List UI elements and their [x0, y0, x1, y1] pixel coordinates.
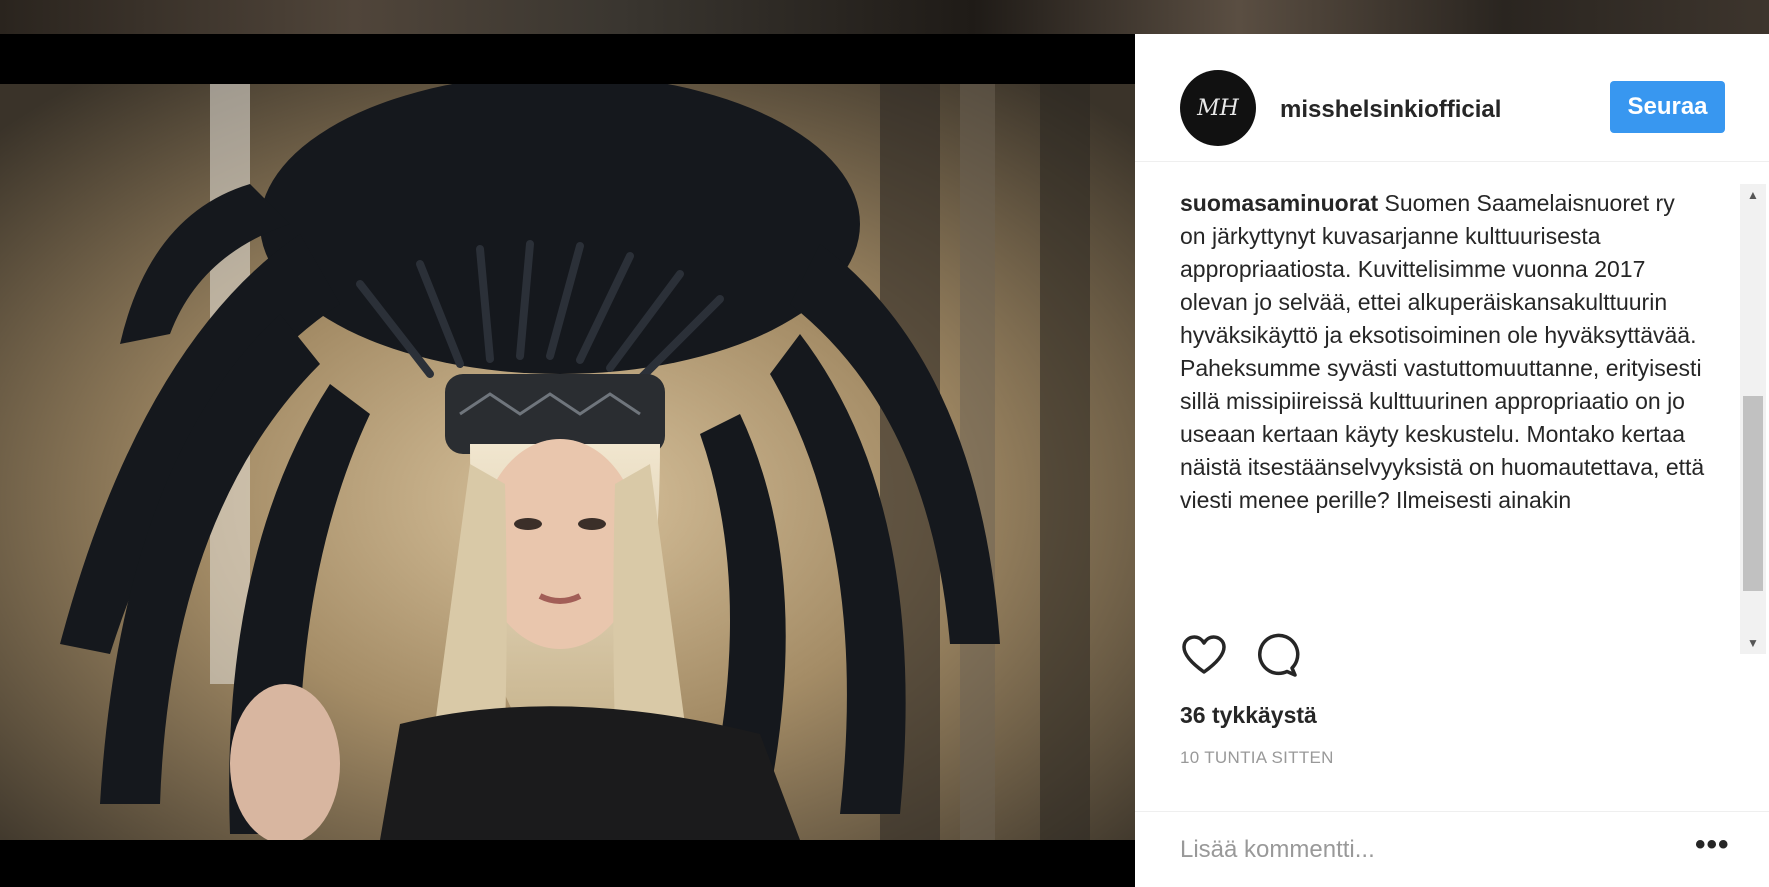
photo-area [0, 34, 1135, 887]
post-header: MH misshelsinkiofficial Seuraa [1135, 34, 1769, 162]
caption-scrollbar[interactable]: ▲ ▼ [1740, 184, 1766, 654]
comment-bar: ••• [1135, 811, 1769, 887]
scroll-thumb[interactable] [1743, 396, 1763, 591]
follow-button[interactable]: Seuraa [1610, 81, 1725, 133]
post-timestamp[interactable]: 10 TUNTIA SITTEN [1180, 748, 1334, 768]
post-side-panel: MH misshelsinkiofficial Seuraa suomasami… [1135, 34, 1769, 887]
heart-icon[interactable] [1180, 632, 1228, 680]
speech-bubble-icon[interactable] [1252, 632, 1300, 680]
instagram-post-viewer: MH misshelsinkiofficial Seuraa suomasami… [0, 0, 1769, 887]
caption-text: Suomen Saamelaisnuoret ry on järkyttynyt… [1180, 190, 1705, 513]
scroll-down-arrow-icon[interactable]: ▼ [1740, 632, 1766, 654]
more-options-icon[interactable]: ••• [1695, 828, 1730, 862]
caption-scroll-area[interactable]: suomasaminuorat Suomen Saamelaisnuoret r… [1180, 187, 1705, 652]
avatar[interactable]: MH [1180, 70, 1256, 146]
scroll-up-arrow-icon[interactable]: ▲ [1740, 184, 1766, 206]
username-link[interactable]: misshelsinkiofficial [1280, 96, 1501, 124]
photo-bottom-band [0, 840, 1135, 887]
avatar-monogram: MH [1197, 95, 1239, 121]
photo-illustration [0, 84, 1135, 840]
post-photo[interactable] [0, 84, 1135, 840]
caption-author-link[interactable]: suomasaminuorat [1180, 190, 1378, 216]
action-bar [1180, 632, 1380, 682]
like-count[interactable]: 36 tykkäystä [1180, 702, 1317, 729]
comment-input[interactable] [1180, 836, 1660, 864]
background-feed-strip [0, 0, 1769, 34]
caption: suomasaminuorat Suomen Saamelaisnuoret r… [1180, 187, 1705, 517]
